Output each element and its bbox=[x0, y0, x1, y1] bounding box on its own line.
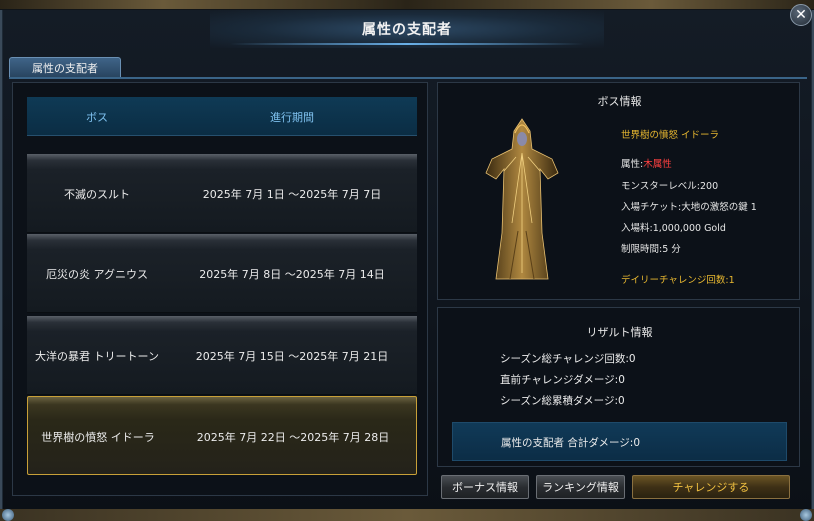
boss-period: 2025年 7月 22日 ～2025年 7月 28日 bbox=[196, 430, 390, 444]
boss-name: 大洋の暴君 トリートーン bbox=[35, 349, 159, 363]
close-icon: ✕ bbox=[795, 7, 807, 23]
bonus-info-button[interactable]: ボーナス情報 bbox=[441, 475, 529, 499]
corner-gem-left bbox=[2, 509, 14, 521]
monster-level: モンスターレベル:200 bbox=[621, 181, 719, 192]
boss-period: 2025年 7月 1日 ～2025年 7月 7日 bbox=[202, 187, 382, 201]
last-challenge-damage: 直前チャレンジダメージ:0 bbox=[500, 374, 625, 386]
boss-name: 世界樹の憤怒 イドーラ bbox=[41, 430, 155, 444]
boss-period: 2025年 7月 15日 ～2025年 7月 21日 bbox=[195, 349, 389, 363]
season-challenge-count: シーズン総チャレンジ回数:0 bbox=[500, 353, 636, 365]
result-info-title: リザルト情報 bbox=[586, 326, 653, 339]
ruler-total-damage-box: 属性の支配者 合計ダメージ:0 bbox=[452, 422, 787, 461]
list-header: ボス 進行期間 bbox=[27, 97, 417, 136]
boss-name: 不滅のスルト bbox=[64, 187, 130, 201]
boss-info-name: 世界樹の憤怒 イドーラ bbox=[621, 130, 720, 141]
boss-row[interactable]: 大洋の暴君 トリートーン 2025年 7月 15日 ～2025年 7月 21日 bbox=[27, 316, 417, 395]
result-info-panel: リザルト情報 シーズン総チャレンジ回数:0 直前チャレンジダメージ:0 シーズン… bbox=[437, 307, 800, 467]
season-total-damage: シーズン総累積ダメージ:0 bbox=[500, 395, 625, 407]
column-header-boss: ボス bbox=[86, 110, 108, 124]
boss-row[interactable]: 厄災の炎 アグニウス 2025年 7月 8日 ～2025年 7月 14日 bbox=[27, 234, 417, 313]
boss-name: 厄災の炎 アグニウス bbox=[46, 267, 148, 281]
boss-portrait-icon bbox=[485, 118, 559, 280]
boss-row-selected[interactable]: 世界樹の憤怒 イドーラ 2025年 7月 22日 ～2025年 7月 28日 bbox=[27, 396, 417, 475]
column-header-period: 進行期間 bbox=[270, 110, 314, 124]
attribute-value: 木属性 bbox=[643, 159, 672, 170]
title-plate: 属性の支配者 bbox=[210, 10, 604, 48]
ranking-info-button[interactable]: ランキング情報 bbox=[536, 475, 625, 499]
bottom-frame-decoration bbox=[0, 509, 814, 521]
boss-schedule-panel: ボス 進行期間 不滅のスルト 2025年 7月 1日 ～2025年 7月 7日 … bbox=[12, 82, 428, 496]
boss-attribute: 属性:木属性 bbox=[621, 156, 672, 170]
daily-challenge-count: デイリーチャレンジ回数:1 bbox=[621, 275, 735, 286]
tab-element-ruler[interactable]: 属性の支配者 bbox=[9, 57, 121, 78]
attribute-label: 属性: bbox=[621, 159, 644, 170]
boss-row[interactable]: 不滅のスルト 2025年 7月 1日 ～2025年 7月 7日 bbox=[27, 154, 417, 233]
boss-info-panel: ボス情報 世界樹の憤怒 イドーラ 属性:木属性 モンスターレベル:200 入場チ… bbox=[437, 82, 800, 300]
corner-gem-right bbox=[800, 509, 812, 521]
entry-fee: 入場料:1,000,000 Gold bbox=[621, 223, 726, 234]
ruler-total-damage: 属性の支配者 合計ダメージ:0 bbox=[501, 437, 641, 449]
close-button[interactable]: ✕ bbox=[790, 4, 812, 26]
tab-underline bbox=[9, 77, 807, 79]
entry-ticket: 入場チケット:大地の激怒の鍵 1 bbox=[621, 202, 757, 213]
boss-period: 2025年 7月 8日 ～2025年 7月 14日 bbox=[199, 267, 385, 281]
boss-info-title: ボス情報 bbox=[597, 95, 642, 108]
time-limit: 制限時間:5 分 bbox=[621, 244, 681, 255]
window-title: 属性の支配者 bbox=[362, 22, 452, 38]
tab-label: 属性の支配者 bbox=[32, 62, 98, 75]
challenge-button[interactable]: チャレンジする bbox=[632, 475, 790, 499]
top-frame-decoration bbox=[0, 0, 814, 10]
